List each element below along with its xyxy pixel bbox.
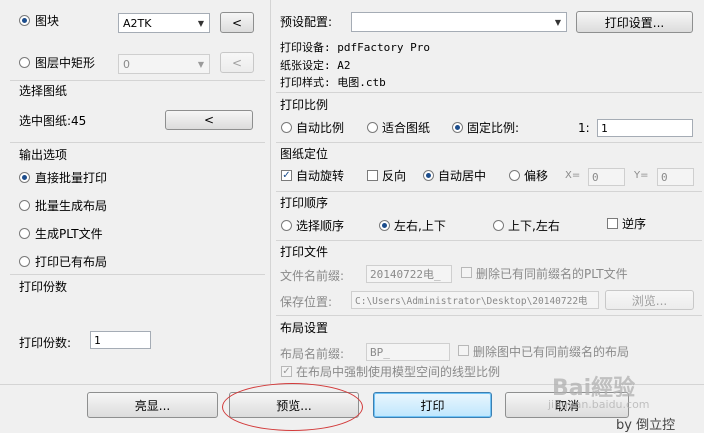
auto-center-label: 自动居中 (438, 169, 487, 183)
chevron-down-icon: ▼ (554, 17, 562, 27)
print-settings-button[interactable]: 打印设置... (576, 11, 693, 33)
layout-prefix-label: 布局名前缀: (280, 347, 345, 361)
auto-center-radio[interactable] (423, 170, 434, 181)
selected-count: 选中图纸:45 (19, 114, 87, 128)
delete-layout-label: 删除图中已有同前缀名的布局 (473, 345, 630, 359)
block-label: 图块 (35, 14, 60, 28)
ratio-label: 1: (578, 121, 590, 135)
print-device: 打印设备: pdfFactory Pro (280, 41, 430, 54)
auto-rotate-label: 自动旋转 (296, 169, 345, 183)
copies-input[interactable]: 1 (90, 331, 151, 349)
layer-combo-value: 0 (123, 57, 130, 71)
delete-plt-checkbox[interactable] (461, 267, 472, 278)
output-option-radio[interactable] (19, 172, 30, 183)
copies-section-title: 打印份数 (19, 280, 68, 294)
output-section-title: 输出选项 (19, 148, 68, 162)
copies-label: 打印份数: (19, 336, 72, 350)
layer-pick-button[interactable]: < (220, 52, 254, 73)
auto-rotate-checkbox[interactable]: ✓ (281, 170, 292, 181)
scale-option-label: 固定比例: (467, 121, 520, 135)
offset-label: 偏移 (524, 169, 549, 183)
delete-layout-checkbox[interactable] (458, 345, 469, 356)
select-section-title: 选择图纸 (19, 84, 68, 98)
browse-button[interactable]: 浏览... (605, 290, 694, 310)
watermark-url: jingyan.baidu.com (548, 398, 650, 411)
block-pick-button[interactable]: < (220, 12, 254, 33)
file-section-title: 打印文件 (280, 245, 329, 259)
reverse-order-checkbox[interactable] (607, 218, 618, 229)
order-option-radio[interactable] (281, 220, 292, 231)
reverse-order-label: 逆序 (622, 217, 647, 231)
block-combo[interactable]: A2TK ▼ (118, 13, 210, 33)
layout-section-title: 布局设置 (280, 321, 329, 335)
chevron-down-icon: ▼ (197, 18, 205, 28)
output-option-label: 打印已有布局 (35, 255, 108, 269)
order-option-label: 上下,左右 (508, 219, 560, 233)
order-option-label: 左右,上下 (394, 219, 446, 233)
scale-option-label: 自动比例 (296, 121, 345, 135)
block-combo-value: A2TK (123, 16, 152, 30)
layer-radio[interactable] (19, 57, 30, 68)
watermark-byline: by 倒立控 (616, 418, 676, 433)
layer-combo[interactable]: 0 ▼ (118, 54, 210, 74)
scale-option-label: 适合图纸 (382, 121, 431, 135)
highlight-button[interactable]: 亮显... (87, 392, 218, 418)
force-linetype-label: 在布局中强制使用模型空间的线型比例 (296, 365, 501, 379)
layer-label: 图层中矩形 (35, 56, 96, 70)
x-offset-input[interactable]: 0 (588, 168, 625, 186)
preset-combo[interactable]: ▼ (351, 12, 567, 32)
offset-radio[interactable] (509, 170, 520, 181)
order-option-label: 选择顺序 (296, 219, 345, 233)
paper-setting: 纸张设定: A2 (280, 59, 351, 72)
order-section-title: 打印顺序 (280, 196, 329, 210)
y-offset-input[interactable]: 0 (657, 168, 694, 186)
force-linetype-checkbox[interactable]: ✓ (281, 366, 292, 377)
preset-label: 预设配置: (280, 15, 333, 29)
chevron-down-icon: ▼ (197, 59, 205, 69)
output-option-radio[interactable] (19, 200, 30, 211)
print-style: 打印样式: 电图.ctb (280, 76, 386, 89)
scale-section-title: 打印比例 (280, 98, 329, 112)
block-radio[interactable] (19, 15, 30, 26)
reverse-checkbox[interactable] (367, 170, 378, 181)
select-drawings-button[interactable]: < (165, 110, 253, 130)
order-option-radio[interactable] (493, 220, 504, 231)
scale-option-radio[interactable] (452, 122, 463, 133)
delete-plt-label: 删除已有同前缀名的PLT文件 (476, 267, 628, 281)
output-option-label: 生成PLT文件 (35, 227, 103, 241)
scale-option-radio[interactable] (367, 122, 378, 133)
save-location-input[interactable]: C:\Users\Administrator\Desktop\20140722电 (351, 291, 599, 309)
output-option-radio[interactable] (19, 256, 30, 267)
file-prefix-label: 文件名前缀: (280, 269, 345, 283)
reverse-label: 反向 (382, 169, 407, 183)
print-button[interactable]: 打印 (373, 392, 492, 418)
layout-prefix-input[interactable]: BP_ (366, 343, 450, 361)
scale-option-radio[interactable] (281, 122, 292, 133)
file-prefix-input[interactable]: 20140722电_ (366, 265, 452, 283)
save-location-label: 保存位置: (280, 295, 333, 309)
output-option-label: 批量生成布局 (35, 199, 108, 213)
order-option-radio[interactable] (379, 220, 390, 231)
y-label: Y= (634, 170, 649, 181)
ratio-input[interactable]: 1 (597, 119, 693, 137)
output-option-label: 直接批量打印 (35, 171, 108, 185)
output-option-radio[interactable] (19, 228, 30, 239)
position-section-title: 图纸定位 (280, 147, 329, 161)
annotation-ellipse (222, 383, 363, 431)
x-label: X= (565, 170, 581, 181)
